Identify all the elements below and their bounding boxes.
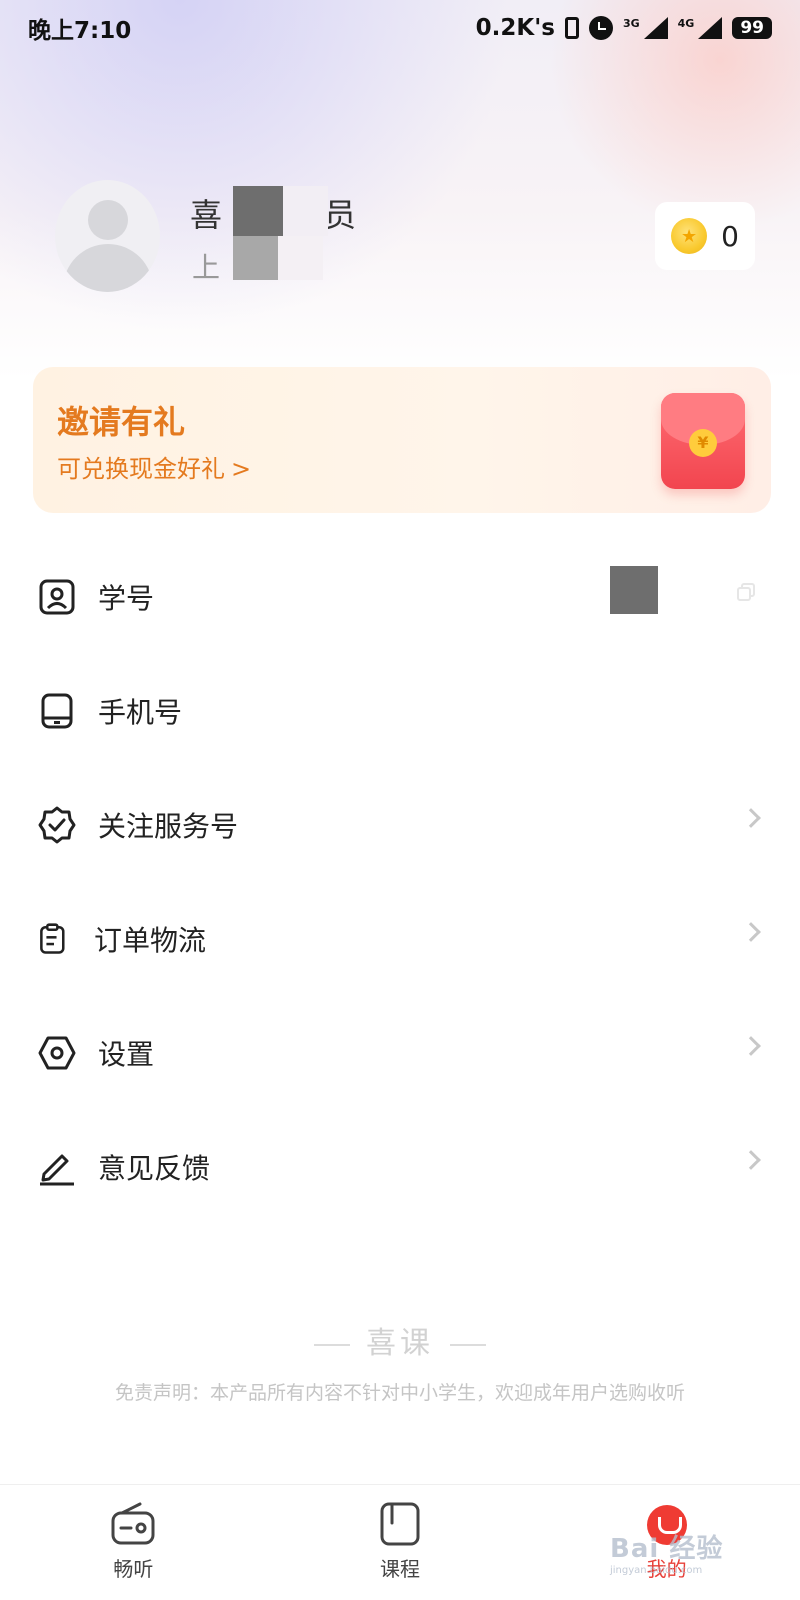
profile-header: 喜员 上 ★ 0	[55, 180, 755, 300]
disclaimer-text: 免责声明：本产品所有内容不针对中小学生，欢迎成年用户选购收听	[114, 1382, 685, 1404]
invite-subtitle[interactable]: 可兑换现金好礼 >	[57, 449, 251, 484]
coin-balance-button[interactable]: ★ 0	[655, 202, 755, 270]
settings-hexagon-icon	[38, 1036, 76, 1070]
red-envelope-icon: ¥	[661, 393, 745, 489]
course-icon	[380, 1502, 420, 1546]
battery-icon: 99	[732, 17, 772, 39]
menu-label: 关注服务号	[98, 810, 239, 843]
invite-reward-banner[interactable]: 邀请有礼 可兑换现金好礼 > ¥	[33, 367, 771, 513]
copy-icon[interactable]	[736, 582, 756, 602]
status-bar: 晚上7:10 0.2K's 3G 4G 99	[0, 0, 800, 56]
verified-badge-icon	[38, 806, 76, 844]
brand-footer: 喜课	[0, 1318, 800, 1362]
chevron-right-icon	[741, 1150, 761, 1170]
menu-label: 学号	[98, 582, 155, 615]
menu-label: 订单物流	[94, 924, 207, 957]
menu-item-phone[interactable]: 手机号	[0, 654, 800, 768]
vibrate-icon	[564, 17, 579, 39]
tab-label: 畅听	[113, 1557, 154, 1581]
phone-icon	[41, 693, 73, 729]
chevron-right-icon	[741, 808, 761, 828]
chevron-right-icon	[741, 922, 761, 942]
alarm-icon	[588, 16, 613, 40]
signal-4g-icon: 4G	[678, 17, 723, 39]
signal-3g-icon: 3G	[623, 17, 668, 39]
net-speed: 0.2K's	[475, 15, 555, 41]
avatar[interactable]	[55, 180, 160, 292]
privacy-mosaic	[233, 236, 278, 280]
tab-courses[interactable]: 课程	[267, 1485, 534, 1600]
menu-item-follow-service[interactable]: 关注服务号	[0, 768, 800, 882]
status-indicators: 0.2K's 3G 4G 99	[476, 15, 772, 41]
user-subtitle: 上	[192, 251, 221, 284]
chevron-right-icon: >	[231, 455, 252, 483]
menu-item-student-id[interactable]: 学号	[0, 540, 800, 654]
coin-count: 0	[721, 219, 739, 253]
menu-label: 设置	[98, 1038, 155, 1071]
menu-label: 意见反馈	[98, 1152, 211, 1185]
privacy-mosaic	[278, 236, 323, 280]
privacy-mosaic	[610, 566, 658, 614]
edit-pen-icon	[40, 1154, 74, 1186]
menu-item-orders[interactable]: 订单物流	[0, 882, 800, 996]
menu-item-feedback[interactable]: 意见反馈	[0, 1110, 800, 1224]
id-card-icon	[39, 579, 75, 615]
invite-title: 邀请有礼	[57, 403, 186, 441]
menu-item-settings[interactable]: 设置	[0, 996, 800, 1110]
clipboard-icon	[40, 923, 65, 954]
settings-menu: 学号 手机号 关注服务号 订单物流 设置 意见反馈	[0, 540, 800, 1224]
radio-icon	[111, 1502, 155, 1545]
privacy-mosaic	[233, 186, 283, 236]
baidu-watermark: Bai 经验 jingyan.baidu.com	[610, 1534, 724, 1576]
privacy-mosaic	[283, 186, 328, 236]
tab-label: 课程	[380, 1557, 420, 1581]
menu-label: 手机号	[98, 696, 183, 729]
tab-listen[interactable]: 畅听	[0, 1485, 267, 1600]
coin-icon: ★	[671, 218, 708, 254]
status-time: 晚上7:10	[28, 18, 132, 44]
chevron-right-icon	[741, 1036, 761, 1056]
